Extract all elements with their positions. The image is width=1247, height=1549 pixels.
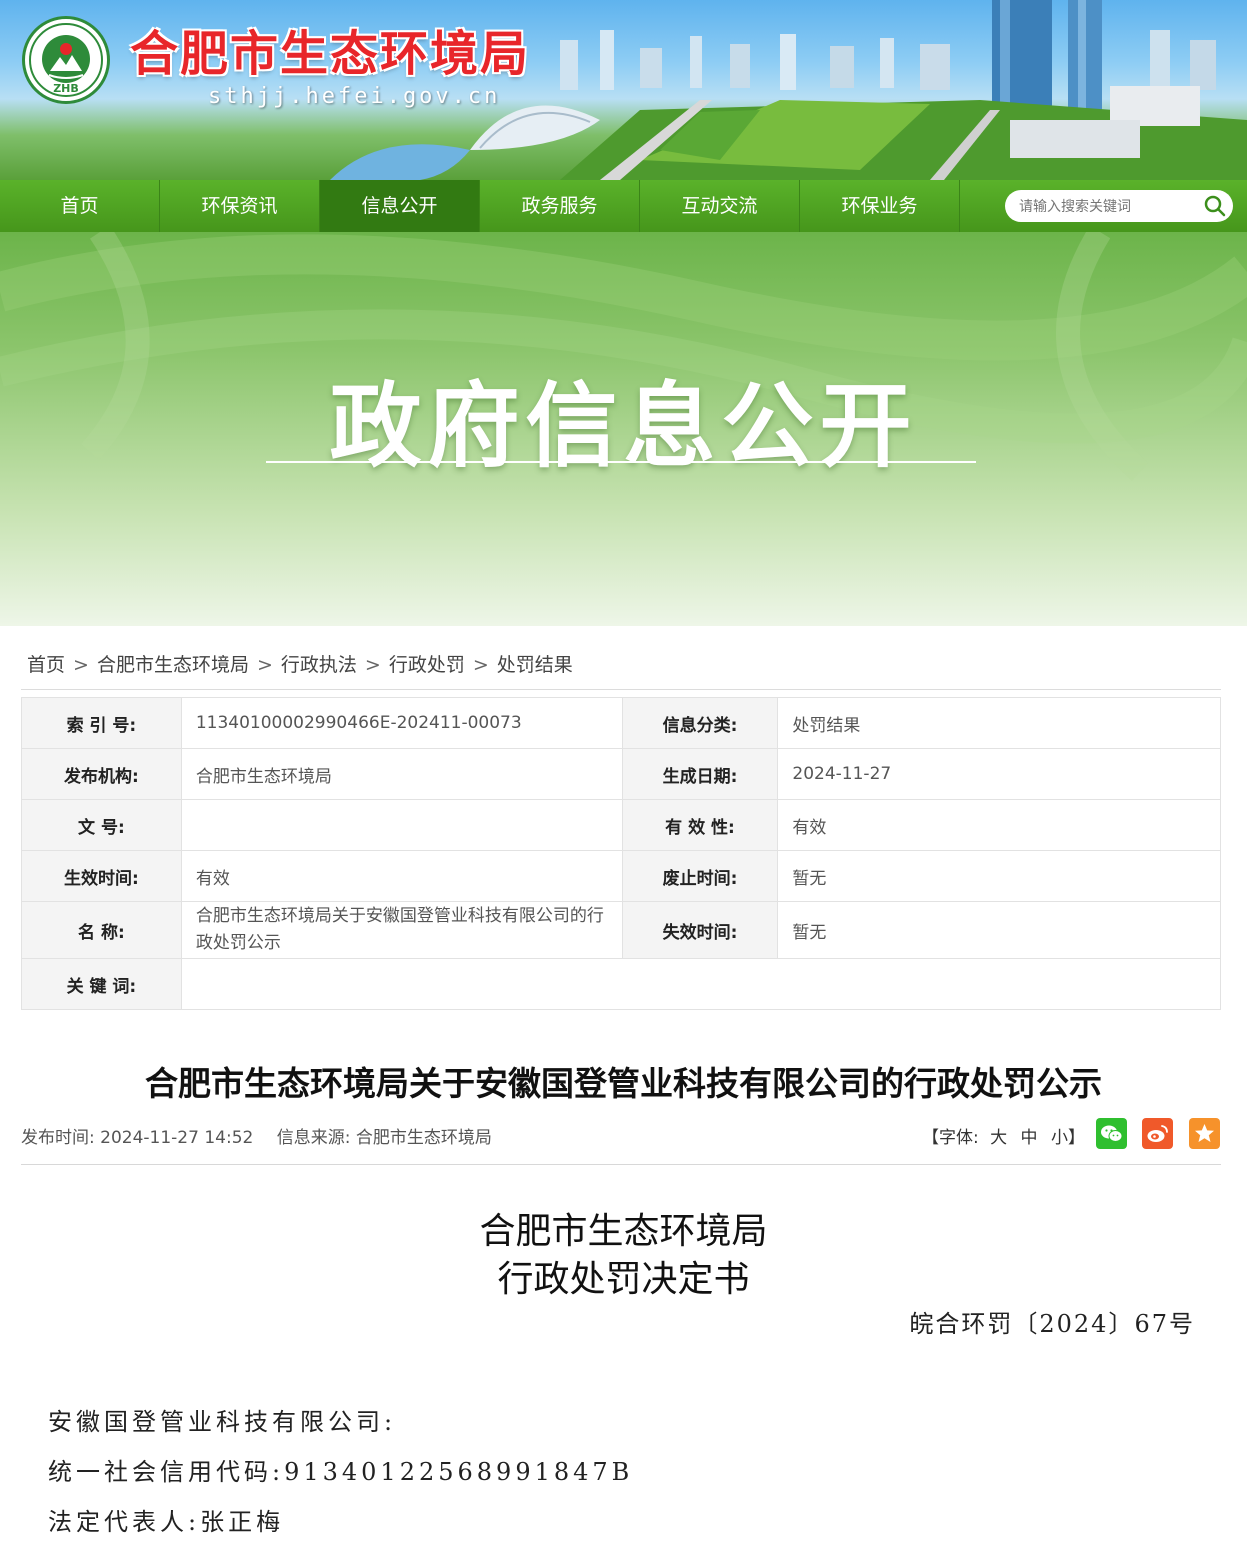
main-nav: 首页 环保资讯 信息公开 政务服务 互动交流 环保业务 — [0, 180, 1247, 232]
banner-underline — [266, 461, 976, 463]
table-row: 文 号: 有 效 性: 有效 — [21, 799, 1221, 851]
meta-label-validity: 有 效 性: — [621, 799, 779, 851]
breadcrumb-separator: > — [73, 654, 89, 676]
nav-gov-services[interactable]: 政务服务 — [480, 180, 640, 232]
meta-label-category: 信息分类: — [621, 697, 779, 749]
logo-text: ZHB — [53, 82, 79, 95]
breadcrumb-penalty[interactable]: 行政处罚 — [389, 654, 465, 676]
favorite-star-icon — [1195, 1124, 1214, 1142]
breadcrumb-penalty-result[interactable]: 处罚结果 — [497, 654, 573, 676]
source-value: 合肥市生态环境局 — [355, 1128, 492, 1148]
document-type: 行政处罚决定书 — [497, 1259, 750, 1300]
document-meta-table: 索 引 号: 11340100002990466E-202411-00073 信… — [21, 697, 1222, 1010]
publish-time-label: 发布时间: — [21, 1128, 95, 1148]
document-party-name: 安徽国登管业科技有限公司: — [48, 1408, 397, 1436]
nav-env-business[interactable]: 环保业务 — [800, 180, 960, 232]
meta-label-keywords: 关 键 词: — [21, 958, 182, 1010]
font-size-switcher: 【字体: 大 中 小】 — [922, 1123, 1085, 1148]
weibo-icon — [1147, 1125, 1168, 1142]
breadcrumb-separator: > — [364, 654, 381, 676]
meta-value-created-date: 2024-11-27 — [777, 748, 1221, 800]
meta-value-index-no: 11340100002990466E-202411-00073 — [180, 697, 623, 749]
meta-label-repeal-time: 废止时间: — [621, 850, 779, 902]
bureau-logo[interactable]: ZHB — [22, 16, 110, 104]
meta-value-effective-time: 有效 — [180, 850, 623, 902]
meta-value-expiry-time: 暂无 — [777, 901, 1221, 959]
publish-info: 发布时间: 2024-11-27 14:52 信息来源: 合肥市生态环境局 — [21, 1123, 492, 1148]
meta-label-publisher: 发布机构: — [21, 748, 182, 800]
publish-time: 2024-11-27 14:52 — [100, 1128, 254, 1148]
breadcrumb-separator: > — [472, 654, 489, 676]
meta-label-index-no: 索 引 号: — [21, 697, 182, 749]
font-size-label: 【字体: — [922, 1128, 979, 1148]
table-row: 生效时间: 有效 废止时间: 暂无 — [21, 850, 1221, 902]
meta-label-effective-time: 生效时间: — [21, 850, 182, 902]
meta-value-name: 合肥市生态环境局关于安徽国登管业科技有限公司的行政处罚公示 — [180, 901, 623, 959]
breadcrumb-bureau[interactable]: 合肥市生态环境局 — [97, 654, 249, 676]
meta-value-doc-number — [180, 799, 623, 851]
breadcrumb-separator: > — [256, 654, 273, 676]
document-number: 皖合环罚〔2024〕67号 — [909, 1310, 1195, 1338]
font-size-medium[interactable]: 中 — [1021, 1128, 1038, 1148]
article-title: 合肥市生态环境局关于安徽国登管业科技有限公司的行政处罚公示 — [145, 1064, 1102, 1103]
breadcrumb: 首页 > 合肥市生态环境局 > 行政执法 > 行政处罚 > 处罚结果 — [27, 650, 573, 677]
breadcrumb-home[interactable]: 首页 — [27, 654, 65, 676]
meta-label-created-date: 生成日期: — [621, 748, 779, 800]
breadcrumb-enforcement[interactable]: 行政执法 — [281, 654, 357, 676]
meta-value-repeal-time: 暂无 — [777, 850, 1221, 902]
search-input[interactable] — [1017, 190, 1201, 224]
meta-value-validity: 有效 — [777, 799, 1221, 851]
nav-env-news[interactable]: 环保资讯 — [160, 180, 320, 232]
breadcrumb-divider — [21, 689, 1221, 690]
meta-value-publisher: 合肥市生态环境局 — [180, 748, 623, 800]
site-header: ZHB 合肥市生态环境局 sthjj.hefei.gov.cn — [0, 0, 1247, 180]
table-row: 名 称: 合肥市生态环境局关于安徽国登管业科技有限公司的行政处罚公示 失效时间:… — [21, 901, 1221, 959]
banner-title: 政府信息公开 — [329, 373, 918, 480]
share-favorite-button[interactable] — [1189, 1118, 1220, 1149]
document-legal-rep: 法定代表人:张正梅 — [48, 1508, 285, 1536]
meta-label-expiry-time: 失效时间: — [621, 901, 779, 959]
article-divider — [21, 1164, 1221, 1165]
search-box — [1005, 190, 1233, 224]
wechat-icon — [1101, 1125, 1123, 1142]
meta-label-doc-number: 文 号: — [21, 799, 182, 851]
site-title[interactable]: 合肥市生态环境局 — [130, 14, 530, 84]
table-row: 索 引 号: 11340100002990466E-202411-00073 信… — [21, 697, 1221, 749]
search-icon[interactable] — [1203, 194, 1227, 218]
meta-value-category: 处罚结果 — [777, 697, 1221, 749]
site-domain: sthjj.hefei.gov.cn — [208, 84, 501, 109]
font-size-large[interactable]: 大 — [990, 1128, 1007, 1148]
table-row: 发布机构: 合肥市生态环境局 生成日期: 2024-11-27 — [21, 748, 1221, 800]
table-row: 关 键 词: — [21, 958, 1222, 1010]
share-weibo-button[interactable] — [1142, 1118, 1173, 1149]
font-size-small[interactable]: 小】 — [1051, 1128, 1085, 1148]
document-credit-code: 统一社会信用代码:913401225689918​47B — [48, 1458, 634, 1486]
meta-value-keywords — [180, 958, 1222, 1010]
source-label: 信息来源: — [276, 1128, 351, 1148]
nav-home[interactable]: 首页 — [0, 180, 160, 232]
meta-label-name: 名 称: — [21, 901, 182, 959]
nav-interaction[interactable]: 互动交流 — [640, 180, 800, 232]
share-wechat-button[interactable] — [1096, 1118, 1127, 1149]
document-issuer: 合肥市生态环境局 — [479, 1211, 768, 1252]
nav-info-disclosure[interactable]: 信息公开 — [320, 180, 480, 232]
